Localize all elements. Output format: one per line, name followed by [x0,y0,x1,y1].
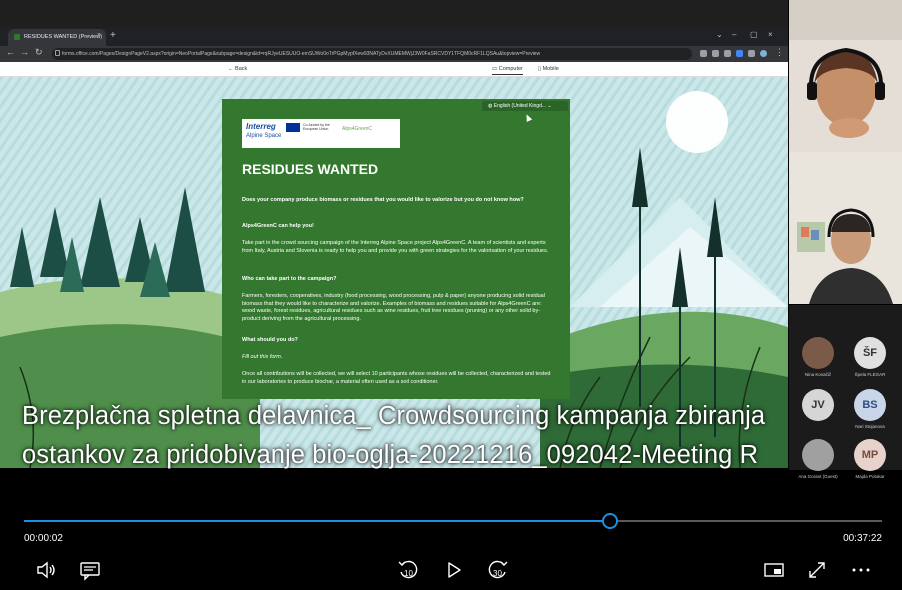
project-logo: Interreg Alpine Space Co-funded by the E… [242,119,400,148]
mobile-view-button[interactable]: ▯ Mobile [538,66,559,72]
close-window-icon[interactable]: × [768,30,773,39]
participant-video-image [789,0,902,152]
form-paragraph: Once all contributions will be collected… [242,371,551,385]
tab-title: RESIDUES WANTED (Preview) [24,34,103,40]
total-time: 00:37:22 [843,533,882,544]
participant-tile[interactable]: JV [793,389,843,424]
browser-tab-bar: RESIDUES WANTED (Preview) × + ⌄ – ▢ × [0,28,788,46]
participant-video-2 [789,152,902,304]
participant-tile[interactable]: MP Majda Potokar [845,439,895,479]
minimize-icon[interactable]: – [732,30,736,39]
project-name-logo: Alps4GreenC [342,126,373,132]
participant-name: Majda Potokar [855,474,885,479]
avatar: ŠF [854,337,886,369]
form-paragraph: Take part in the crowd sourcing campaign… [242,240,549,254]
maximize-icon[interactable]: ▢ [750,30,758,39]
extension-icon[interactable] [736,50,743,57]
forward-arrow-icon[interactable]: → [20,47,29,57]
participant-tile[interactable]: Ana Gorant (Guest) [793,439,843,479]
cofunded-text: Co-funded by the European Union [303,123,330,131]
form-heading: What should you do? [242,337,298,343]
fullscreen-icon[interactable] [806,559,828,581]
more-menu-icon[interactable]: ⋮ [775,47,784,58]
skip-forward-label: 30 [493,569,502,578]
avatar: MP [854,439,886,471]
participant-video-1 [789,0,902,152]
avatar [802,439,834,471]
browser-tab[interactable]: RESIDUES WANTED (Preview) × [8,29,106,46]
volume-icon[interactable] [35,559,57,581]
back-label: Back [235,66,248,72]
participant-name: Nina Kovačič [804,372,832,377]
interreg-logo-text: Interreg [246,122,276,131]
computer-label: Computer [498,66,523,72]
avatar [802,337,834,369]
form-card: ◍ English (United Kingd... ⌄ Interreg Al… [222,99,570,399]
close-icon[interactable]: × [97,32,101,39]
participant-tile[interactable]: Nina Kovačič [793,337,843,377]
shared-screen: RESIDUES WANTED (Preview) × + ⌄ – ▢ × ← … [0,0,788,468]
url-field[interactable]: forms.office.com/Pages/DesignPageV2.aspx… [52,48,692,60]
participants-panel: Nina Kovačič ŠF Špela FLEGAR JV BS Nari … [789,305,902,479]
form-question: Does your company produce biomass or res… [242,197,524,203]
url-text: forms.office.com/Pages/DesignPageV2.aspx… [62,51,541,57]
skip-back-button[interactable]: 10 [397,559,419,581]
puzzle-icon[interactable] [748,50,755,57]
chevron-down-icon: ⌄ [546,103,552,109]
form-paragraph: Farmers, foresters, cooperatives, indust… [242,293,545,322]
profile-avatar-icon[interactable] [760,50,767,57]
video-player: RESIDUES WANTED (Preview) × + ⌄ – ▢ × ← … [0,0,902,590]
star-icon[interactable] [712,50,719,57]
caption-line-1: Brezplačna spletna delavnica_ Crowdsourc… [22,402,766,430]
alpine-space-logo-text: Alpine Space [246,133,282,139]
form-heading: Alps4GreenC can help you! [242,223,314,229]
captions-icon[interactable] [79,559,101,581]
forms-preview-toolbar: ← Back ▭ Computer ▯ Mobile [0,62,788,77]
form-title: RESIDUES WANTED [242,161,379,177]
form-paragraph: Fill out this form. [242,354,283,360]
language-selector[interactable]: ◍ English (United Kingd... ⌄ [482,101,568,111]
skip-back-label: 10 [404,569,413,578]
participant-tile[interactable]: ŠF Špela FLEGAR [845,337,895,377]
rewind-icon: 10 [398,560,418,579]
participant-name: Nari Stojanova [855,424,885,429]
skip-forward-button[interactable]: 30 [487,559,509,581]
address-bar: ← → ↻ forms.office.com/Pages/DesignPageV… [0,46,788,62]
current-time: 00:00:02 [24,533,63,544]
chevron-down-icon[interactable]: ⌄ [716,30,723,39]
seek-bar[interactable] [24,520,882,522]
eu-flag-icon [286,123,300,132]
caption-line-2: ostankov za pridobivanje bio-oglja-20221… [22,441,759,469]
avatar: JV [802,389,834,421]
share-icon[interactable] [700,50,707,57]
back-button[interactable]: ← Back [228,66,247,72]
mini-view-icon[interactable] [763,559,785,581]
seek-bar-progress [24,520,610,522]
play-button[interactable] [443,559,465,581]
lock-icon [55,50,60,56]
language-label: English (United Kingd... [493,103,547,109]
fast-forward-icon: 30 [488,560,508,579]
more-options-icon[interactable] [850,559,872,581]
participant-name: Ana Gorant (Guest) [798,474,838,479]
participant-name: Špela FLEGAR [854,372,886,377]
back-arrow-icon[interactable]: ← [6,47,15,57]
mobile-label: Mobile [542,66,559,72]
reload-icon[interactable]: ↻ [35,47,43,58]
avatar: BS [854,389,886,421]
forms-favicon-icon [14,34,20,40]
new-tab-icon[interactable]: + [110,30,116,41]
computer-view-button[interactable]: ▭ Computer [492,66,523,75]
participant-video-image [789,152,902,304]
seek-thumb[interactable] [602,513,618,529]
participant-tile[interactable]: BS Nari Stojanova [845,389,895,429]
extension-icon[interactable] [724,50,731,57]
form-heading: Who can take part to the campaign? [242,276,337,282]
play-icon [448,562,461,578]
